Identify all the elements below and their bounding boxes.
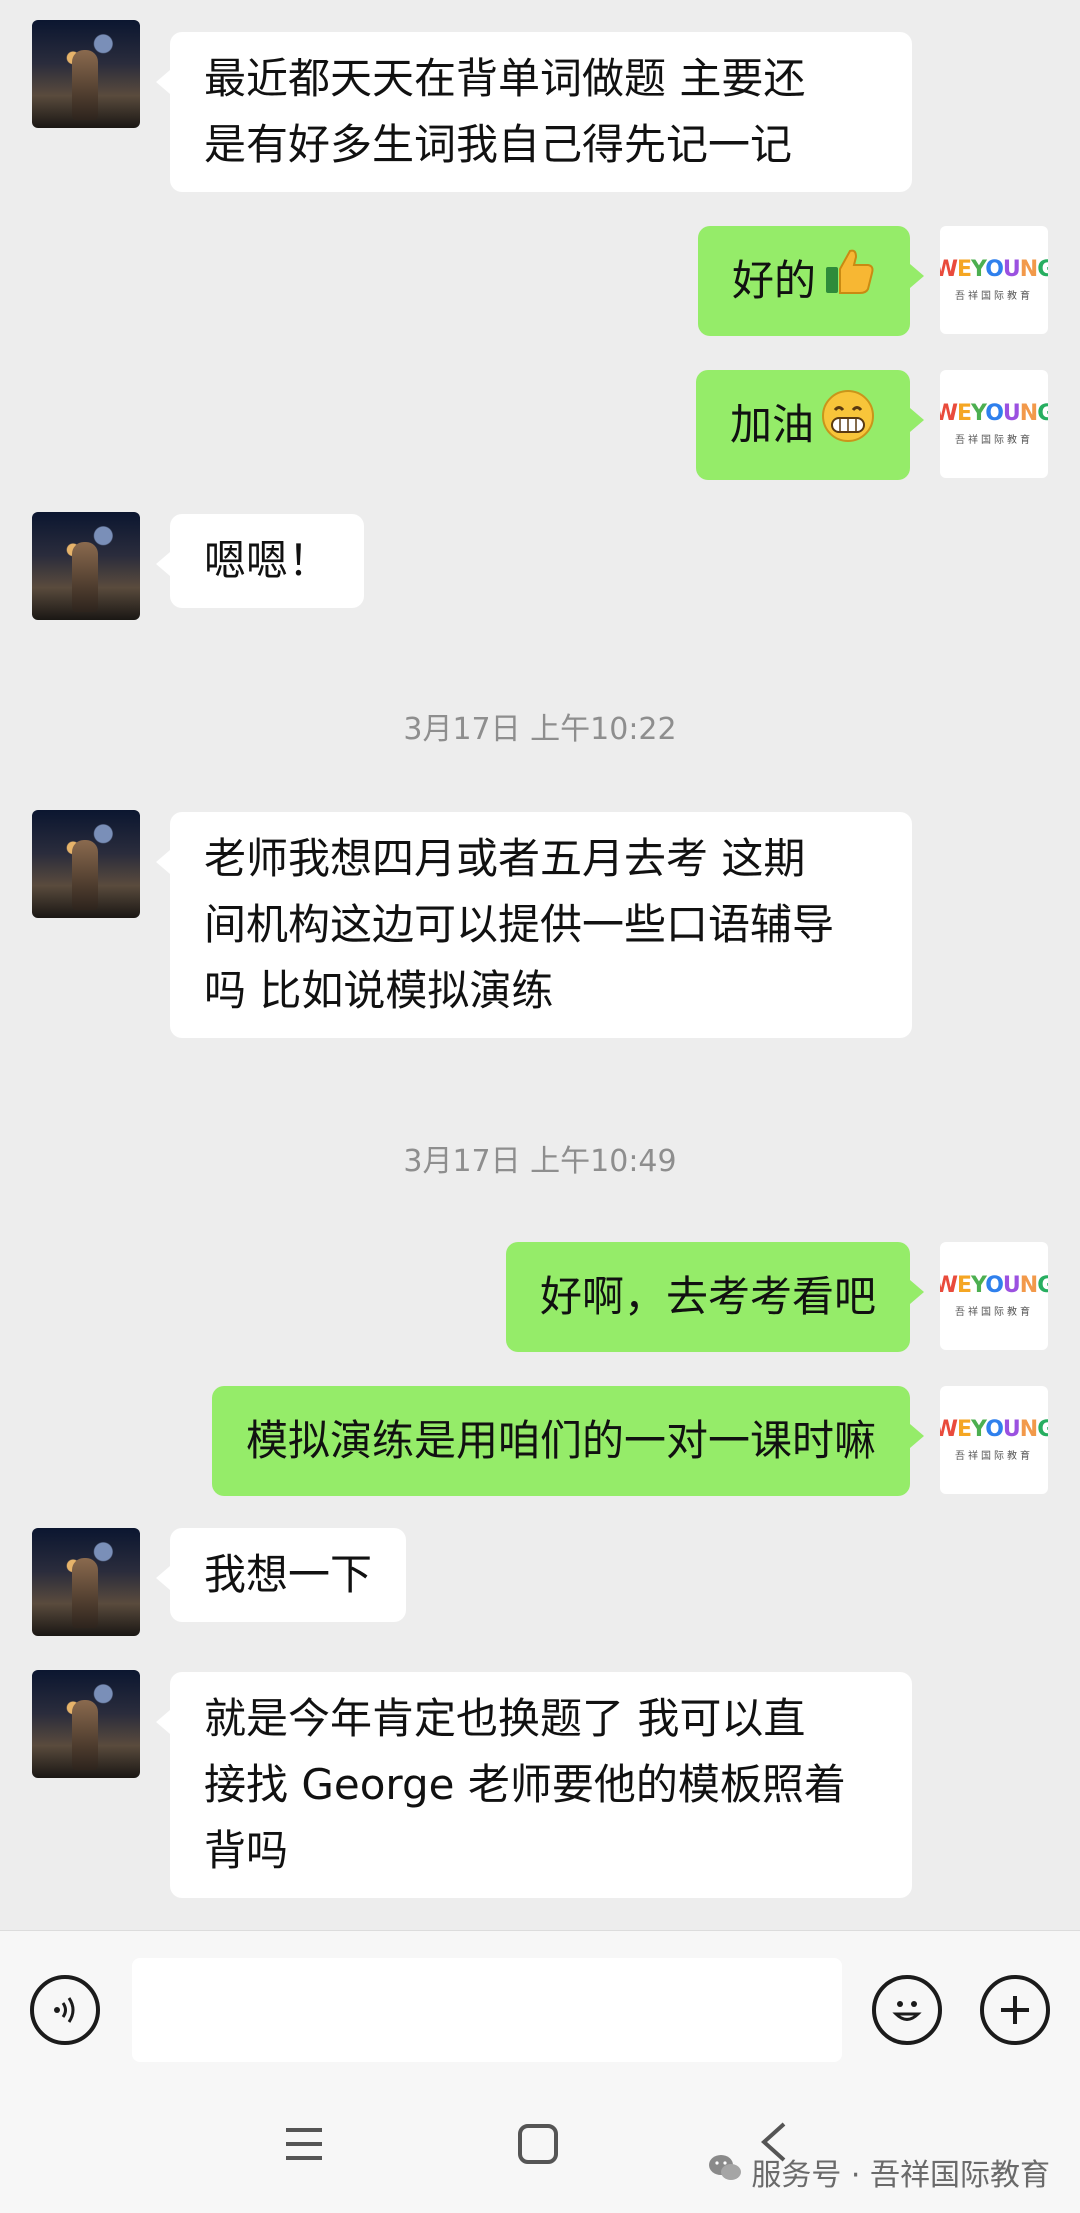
message-line: 间机构这边可以提供一些口语辅导 — [204, 900, 835, 949]
message-text: 模拟演练是用咱们的一对一课时嘛 — [245, 1416, 876, 1465]
message-bubble[interactable]: 好的 — [697, 226, 925, 336]
brand-subtext: 吾祥国际教育 — [955, 290, 1033, 302]
thumbs-up-icon — [822, 245, 876, 318]
message-line: 背吗 — [204, 1826, 289, 1875]
message-bubble[interactable]: 就是今年肯定也换题了 我可以直 接找 George 老师要他的模板照着 背吗 — [156, 1672, 912, 1898]
message-bubble[interactable]: 最近都天天在背单词做题 主要还 是有好多生词我自己得先记一记 — [156, 32, 912, 192]
brand-subtext: 吾祥国际教育 — [955, 1306, 1033, 1318]
wechat-icon — [707, 2153, 743, 2191]
weyoung-logo: WEYOUNG — [940, 256, 1048, 282]
message-input[interactable] — [132, 1958, 842, 2062]
chat-area[interactable]: 最近都天天在背单词做题 主要还 是有好多生词我自己得先记一记 WEYOUNG 吾… — [0, 0, 1080, 1930]
user-avatar[interactable] — [32, 20, 140, 128]
weyoung-logo: WEYOUNG — [940, 1416, 1048, 1442]
message-bubble[interactable]: 老师我想四月或者五月去考 这期 间机构这边可以提供一些口语辅导 吗 比如说模拟演… — [156, 812, 912, 1038]
watermark: 服务号 · 吾祥国际教育 — [707, 2150, 1050, 2194]
brand-subtext: 吾祥国际教育 — [955, 434, 1033, 446]
message-line: 最近都天天在背单词做题 主要还 — [204, 54, 806, 103]
brand-avatar[interactable]: WEYOUNG 吾祥国际教育 — [940, 370, 1048, 478]
user-avatar[interactable] — [32, 810, 140, 918]
user-avatar[interactable] — [32, 1528, 140, 1636]
timestamp: 3月17日 上午10:49 — [403, 1144, 677, 1179]
home-square-icon[interactable] — [516, 2122, 560, 2170]
plus-icon[interactable] — [980, 1975, 1050, 2045]
message-text: 我想一下 — [204, 1550, 373, 1599]
user-avatar[interactable] — [32, 1670, 140, 1778]
message-line: 是有好多生词我自己得先记一记 — [204, 120, 793, 169]
brand-avatar[interactable]: WEYOUNG 吾祥国际教育 — [940, 1242, 1048, 1350]
message-line: 吗 比如说模拟演练 — [204, 966, 554, 1015]
message-text: 加油 — [729, 400, 814, 449]
grin-emoji — [820, 388, 876, 463]
brand-avatar[interactable]: WEYOUNG 吾祥国际教育 — [940, 1386, 1048, 1494]
message-bubble[interactable]: 嗯嗯！ — [155, 514, 365, 608]
watermark-text: 服务号 · 吾祥国际教育 — [751, 2158, 1050, 2193]
timestamp: 3月17日 上午10:22 — [403, 712, 677, 747]
brand-subtext: 吾祥国际教育 — [955, 1450, 1033, 1462]
message-bubble[interactable]: 模拟演练是用咱们的一对一课时嘛 — [211, 1386, 925, 1496]
weyoung-logo: WEYOUNG — [940, 400, 1048, 426]
message-text: 嗯嗯！ — [204, 536, 331, 585]
voice-icon[interactable] — [30, 1975, 100, 2045]
weyoung-logo: WEYOUNG — [940, 1272, 1048, 1298]
message-text: 好啊，去考考看吧 — [539, 1272, 876, 1321]
message-line: 老师我想四月或者五月去考 这期 — [204, 834, 806, 883]
message-text: 好的 — [731, 256, 816, 305]
message-line: 接找 George 老师要他的模板照着 — [204, 1760, 846, 1809]
message-line: 就是今年肯定也换题了 我可以直 — [204, 1694, 806, 1743]
message-bubble[interactable]: 加油 — [695, 370, 925, 480]
message-bubble[interactable]: 好啊，去考考看吧 — [505, 1242, 925, 1352]
input-bar — [0, 1930, 1080, 2081]
menu-icon[interactable] — [282, 2122, 326, 2170]
brand-avatar[interactable]: WEYOUNG 吾祥国际教育 — [940, 226, 1048, 334]
user-avatar[interactable] — [32, 512, 140, 620]
message-bubble[interactable]: 我想一下 — [155, 1528, 407, 1622]
emoji-icon[interactable] — [872, 1975, 942, 2045]
